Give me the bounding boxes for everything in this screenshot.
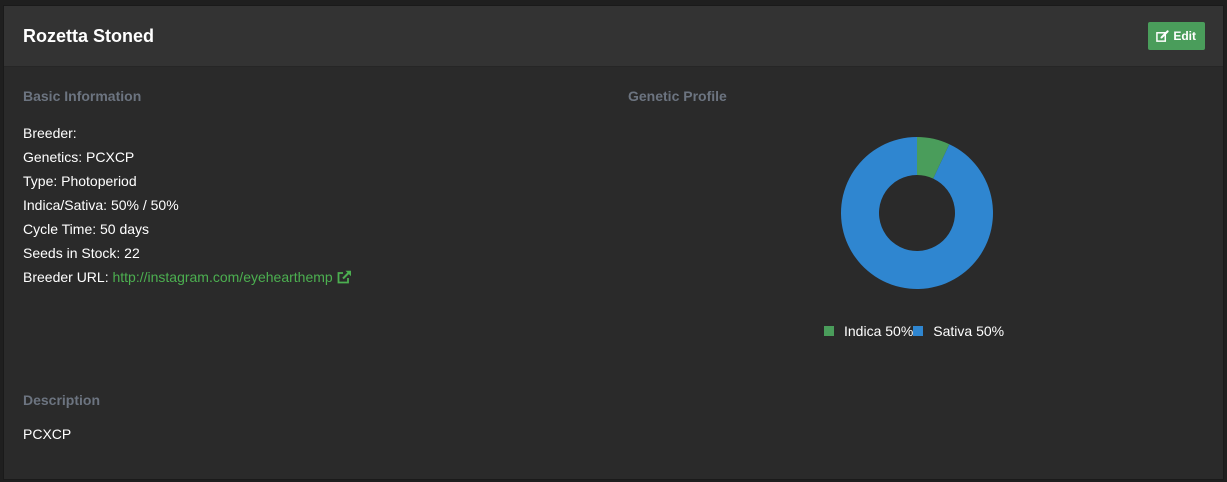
edit-button[interactable]: Edit bbox=[1148, 22, 1205, 50]
description-heading: Description bbox=[23, 392, 101, 408]
genetic-profile-heading: Genetic Profile bbox=[628, 88, 727, 104]
edit-button-label: Edit bbox=[1173, 29, 1196, 43]
donut-slice-sativa[interactable] bbox=[841, 137, 993, 289]
seeds-in-stock-field: Seeds in Stock: 22 bbox=[23, 245, 140, 261]
type-field: Type: Photoperiod bbox=[23, 173, 137, 189]
description-text: PCXCP bbox=[23, 426, 72, 442]
genetic-profile-chart bbox=[841, 137, 993, 289]
page-title: Rozetta Stoned bbox=[23, 26, 155, 46]
legend-label-indica: Indica 50% bbox=[844, 323, 914, 339]
edit-icon bbox=[1156, 29, 1169, 43]
breeder-url-link[interactable]: http://instagram.com/eyehearthemp bbox=[112, 269, 332, 285]
strain-card: Rozetta Stoned Edit Basic Information Br… bbox=[3, 5, 1224, 480]
basic-information-heading: Basic Information bbox=[23, 88, 142, 104]
breeder-url-label: Breeder URL: bbox=[23, 269, 113, 285]
breeder-url-field: Breeder URL: http://instagram.com/eyehea… bbox=[23, 265, 352, 289]
legend-item-indica[interactable]: Indica 50% bbox=[824, 323, 913, 339]
legend-swatch-indica bbox=[824, 326, 834, 336]
legend-swatch-sativa bbox=[913, 326, 924, 336]
basic-info-list: Breeder: Genetics: PCXCP Type: Photoperi… bbox=[23, 121, 352, 289]
legend-item-sativa[interactable]: Sativa 50% bbox=[913, 323, 1004, 339]
indica-sativa-field: Indica/Sativa: 50% / 50% bbox=[23, 197, 179, 213]
legend-label-sativa: Sativa 50% bbox=[933, 323, 1005, 339]
breeder-field: Breeder: bbox=[23, 125, 77, 141]
external-link-icon[interactable] bbox=[337, 267, 352, 291]
card-header: Rozetta Stoned Edit bbox=[4, 6, 1223, 67]
chart-legend: Indica 50% Sativa 50% bbox=[824, 323, 1004, 339]
genetics-field: Genetics: PCXCP bbox=[23, 149, 135, 165]
cycle-time-field: Cycle Time: 50 days bbox=[23, 221, 150, 237]
